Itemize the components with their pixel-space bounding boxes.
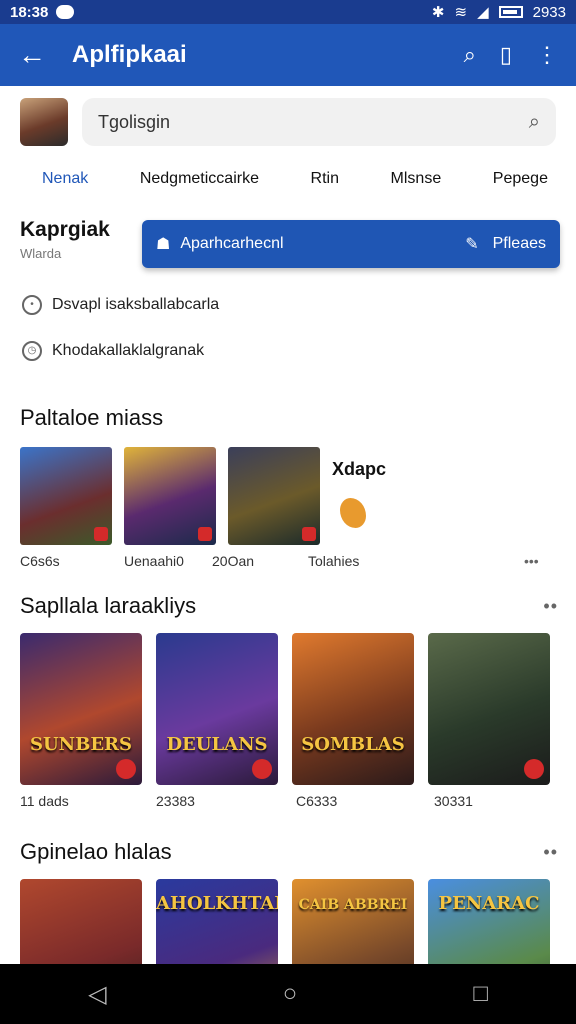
tab-3[interactable]: Rtin: [311, 170, 339, 188]
system-nav-bar: ◁ ○ □: [0, 964, 576, 1024]
bluetooth-icon: ✱: [431, 4, 445, 21]
section-title-3: Gpinelao hlalas ••: [0, 839, 576, 865]
link-row-1[interactable]: • Dsvapl isaksballabcarla: [0, 295, 576, 315]
avatar[interactable]: [20, 98, 68, 146]
section-title-1: Paltaloe miass: [0, 405, 576, 431]
game-thumb-2[interactable]: [124, 447, 216, 545]
game-card-1[interactable]: SUNBERS: [20, 633, 142, 785]
nav-back-icon[interactable]: ◁: [88, 980, 106, 1009]
wifi-icon: ≋: [454, 4, 468, 21]
link-row-2[interactable]: ◷ Khodakallaklalgranak: [0, 341, 576, 361]
caption-2: Uenaahi0: [124, 553, 184, 569]
battery-text: 2933: [532, 3, 566, 21]
caption-1: C6s6s: [20, 553, 60, 569]
caption-4: Tolahies: [308, 553, 360, 569]
status-icons: ✱ ≋ ◢ 2933: [431, 3, 566, 22]
badge-icon: [94, 527, 108, 541]
app-bar: ← Aplfipkaai ⌕ ▯ ⋮: [0, 24, 576, 86]
search-row: Tgolisgin ⌕: [0, 86, 576, 146]
section-1-heading: Paltaloe miass: [20, 405, 164, 430]
game-card-6[interactable]: AHOLKHTAN: [156, 879, 278, 964]
section-1-more-icon[interactable]: •••: [524, 553, 539, 569]
nav-recents-icon[interactable]: □: [473, 980, 488, 1008]
game-card-7-title: CAIB ABBREI: [298, 897, 408, 913]
game-card-6-title: AHOLKHTAN: [156, 893, 278, 914]
link-2-label: Khodakallaklalgranak: [52, 342, 205, 359]
section-1-row: Xdapc: [0, 447, 576, 545]
overflow-menu-icon[interactable]: ⋮: [536, 42, 558, 68]
primary-action-right: ✎ Pfleaes: [465, 234, 546, 254]
game-card-3[interactable]: SOMBLAS: [292, 633, 414, 785]
section-3-row: AHOLKHTAN CAIB ABBREI PENARAC: [0, 879, 576, 964]
badge-icon: [116, 759, 136, 779]
signal-icon: ◢: [477, 4, 489, 21]
app-bar-actions: ⌕ ▯ ⋮: [464, 42, 576, 68]
badge-icon: [252, 759, 272, 779]
clock-icon: ◷: [22, 341, 42, 361]
section-1-captions: C6s6s Uenaahi0 20Oan Tolahies •••: [0, 553, 576, 569]
search-field-icon[interactable]: ⌕: [529, 111, 540, 134]
caption-4: 30331: [434, 793, 473, 809]
section-2-captions: 11 dads 23383 C6333 30331: [0, 793, 576, 809]
section-title-2: Sapllala laraakliys ••: [0, 593, 576, 619]
back-arrow-icon[interactable]: ←: [0, 39, 64, 71]
primary-action-bar[interactable]: ☗ Aparhcarhecnl ✎ Pfleaes: [142, 220, 560, 268]
game-thumb-1[interactable]: [20, 447, 112, 545]
badge-icon: [524, 759, 544, 779]
promo-label: Xdapc: [332, 459, 387, 479]
page-title: Aplfipkaai: [72, 41, 187, 68]
game-card-5[interactable]: [20, 879, 142, 964]
section-3-more-icon[interactable]: ••: [543, 842, 558, 863]
link-1-label: Dsvapl isaksballabcarla: [52, 296, 220, 313]
profile-name: Kaprgiak: [20, 218, 110, 241]
caption-1: 11 dads: [20, 793, 69, 809]
primary-action-label: Aparhcarhecnl: [180, 235, 284, 252]
game-card-2[interactable]: DEULANS: [156, 633, 278, 785]
search-icon[interactable]: ⌕: [464, 42, 476, 68]
game-card-7[interactable]: CAIB ABBREI: [292, 879, 414, 964]
section-2-heading: Sapllala laraakliys: [20, 593, 197, 618]
badge-icon: [302, 527, 316, 541]
caption-3: C6333: [296, 793, 338, 809]
badge-icon: [198, 527, 212, 541]
search-placeholder: Tgolisgin: [98, 111, 171, 132]
game-card-2-title: DEULANS: [166, 734, 268, 755]
game-card-3-title: SOMBLAS: [301, 734, 405, 755]
section-2-more-icon[interactable]: ••: [543, 596, 558, 617]
tab-2[interactable]: Nedgmeticcairke: [140, 170, 259, 188]
game-card-8[interactable]: PENARAC: [428, 879, 550, 964]
caption-2: 23383: [156, 793, 195, 809]
tab-bar: Nenak Nedgmeticcairke Rtin Mlsnse Pepege: [0, 170, 576, 188]
chat-icon: •: [22, 295, 42, 315]
game-card-4[interactable]: [428, 633, 550, 785]
status-time: 18:38: [10, 3, 49, 21]
promo-card[interactable]: Xdapc: [332, 447, 424, 545]
tab-1[interactable]: Nenak: [42, 170, 88, 188]
nav-home-icon[interactable]: ○: [283, 980, 298, 1008]
secondary-action-label[interactable]: Pfleaes: [493, 235, 546, 253]
caption-3: 20Oan: [212, 553, 255, 569]
pin-icon[interactable]: ✎: [465, 234, 478, 254]
status-bar: 18:38 ✱ ≋ ◢ 2933: [0, 0, 576, 24]
battery-icon: [498, 6, 523, 18]
section-3-heading: Gpinelao hlalas: [20, 839, 172, 864]
game-thumb-3[interactable]: [228, 447, 320, 545]
promo-icon: [340, 498, 366, 528]
clipboard-icon[interactable]: ▯: [500, 42, 512, 68]
search-input[interactable]: Tgolisgin ⌕: [82, 98, 556, 146]
person-icon: ☗: [156, 236, 171, 253]
profile-subtitle: Wlarda: [20, 246, 62, 261]
tab-4[interactable]: Mlsnse: [391, 170, 442, 188]
game-card-8-title: PENARAC: [438, 893, 540, 914]
main-content: Tgolisgin ⌕ Nenak Nedgmeticcairke Rtin M…: [0, 86, 576, 964]
game-card-1-title: SUNBERS: [29, 734, 133, 755]
notification-icon: [56, 5, 75, 19]
section-2-row: SUNBERS DEULANS SOMBLAS: [0, 633, 576, 785]
tab-5[interactable]: Pepege: [493, 170, 548, 188]
